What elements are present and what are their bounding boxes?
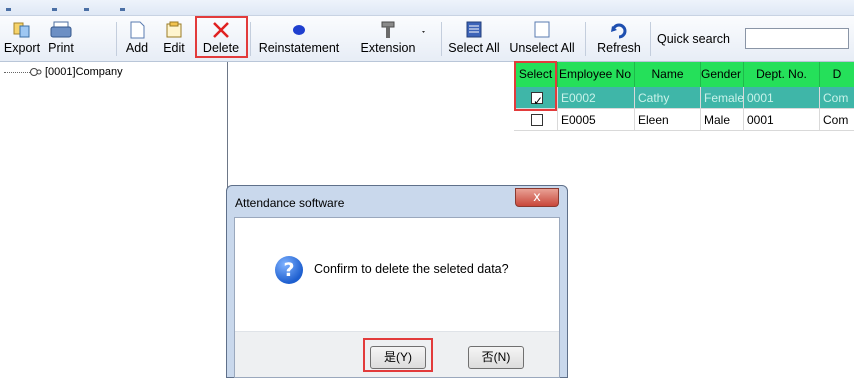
col-header-name[interactable]: Name bbox=[635, 62, 701, 87]
window-top-strip bbox=[0, 0, 854, 16]
add-button[interactable]: Add bbox=[119, 19, 155, 59]
extension-button[interactable]: Extension bbox=[348, 19, 428, 59]
name-cell: Eleen bbox=[635, 109, 701, 131]
table-row[interactable]: E0005 Eleen Male 0001 Com bbox=[514, 109, 854, 131]
col-header-gender[interactable]: Gender bbox=[701, 62, 744, 87]
print-button[interactable]: Print bbox=[43, 19, 79, 59]
table-row[interactable]: E0002 Cathy Female 0001 Com bbox=[514, 87, 854, 109]
select-all-icon bbox=[443, 19, 505, 41]
gender-cell: Female bbox=[701, 87, 744, 109]
gender-cell: Male bbox=[701, 109, 744, 131]
dialog-body: ? Confirm to delete the seleted data? 是(… bbox=[234, 217, 560, 378]
toolbar: Export Print Add Edit Delete Reinstateme… bbox=[0, 16, 854, 62]
name-cell: Cathy bbox=[635, 87, 701, 109]
printer-icon bbox=[43, 19, 79, 41]
edit-button[interactable]: Edit bbox=[156, 19, 192, 59]
select-cell bbox=[514, 109, 558, 131]
question-icon: ? bbox=[275, 256, 303, 284]
grid-header: Select Employee No Name Gender Dept. No.… bbox=[514, 62, 854, 87]
export-icon bbox=[2, 19, 42, 41]
department-tree: [0001]Company bbox=[0, 62, 228, 378]
dialog-footer: 是(Y) 否(N) bbox=[235, 331, 559, 377]
dept-no-cell: 0001 bbox=[744, 109, 820, 131]
edit-icon bbox=[156, 19, 192, 41]
yes-button[interactable]: 是(Y) bbox=[370, 346, 426, 369]
refresh-icon bbox=[590, 19, 648, 41]
refresh-button[interactable]: Refresh bbox=[590, 19, 648, 59]
tree-connector bbox=[4, 72, 32, 73]
dialog-message: Confirm to delete the seleted data? bbox=[314, 262, 509, 276]
col-header-employee-no[interactable]: Employee No bbox=[558, 62, 635, 87]
unselect-all-icon bbox=[506, 19, 578, 41]
no-button[interactable]: 否(N) bbox=[468, 346, 524, 369]
tree-node-icon bbox=[30, 68, 42, 76]
quick-search-label: Quick search bbox=[657, 32, 730, 46]
row-checkbox[interactable] bbox=[531, 114, 543, 126]
dept-cell: Com bbox=[820, 109, 854, 131]
reinstatement-icon bbox=[254, 19, 344, 41]
new-document-icon bbox=[119, 19, 155, 41]
employee-no-cell: E0005 bbox=[558, 109, 635, 131]
select-all-button[interactable]: Select All bbox=[443, 19, 505, 59]
quick-search-input[interactable] bbox=[745, 28, 849, 49]
dept-no-cell: 0001 bbox=[744, 87, 820, 109]
extension-tool-icon bbox=[348, 19, 428, 41]
col-header-dept-no[interactable]: Dept. No. bbox=[744, 62, 820, 87]
dialog-title: Attendance software bbox=[235, 196, 345, 210]
tree-item-company[interactable]: [0001]Company bbox=[45, 66, 123, 78]
select-highlight-box bbox=[514, 61, 557, 111]
col-header-dept[interactable]: D bbox=[820, 62, 854, 87]
employee-no-cell: E0002 bbox=[558, 87, 635, 109]
dept-cell: Com bbox=[820, 87, 854, 109]
export-button[interactable]: Export bbox=[2, 19, 42, 59]
unselect-all-button[interactable]: Unselect All bbox=[506, 19, 578, 59]
dialog-close-button[interactable]: x bbox=[515, 188, 559, 207]
reinstatement-button[interactable]: Reinstatement bbox=[254, 19, 344, 59]
delete-highlight-box bbox=[195, 16, 248, 58]
confirm-dialog: Attendance software x ? Confirm to delet… bbox=[226, 185, 568, 378]
